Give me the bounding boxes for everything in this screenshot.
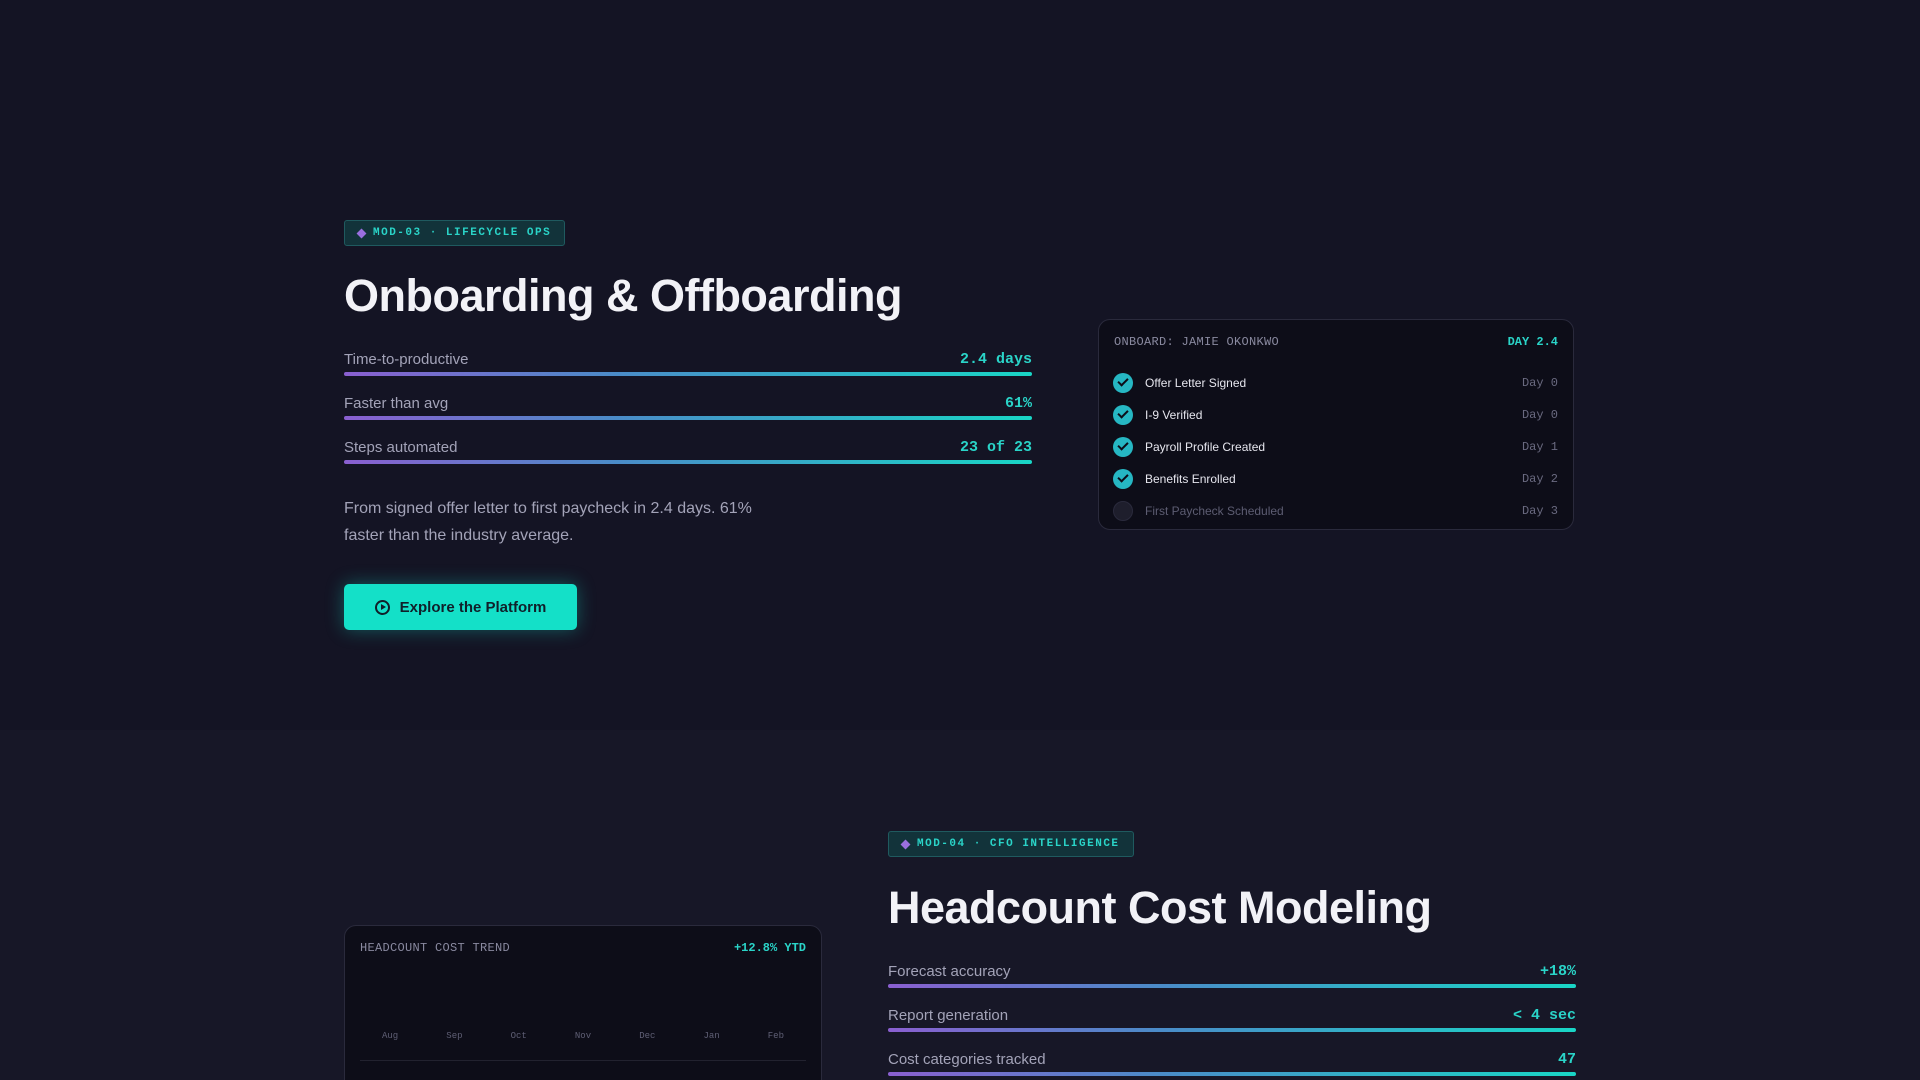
metric-faster-than-avg: Faster than avg 61% — [344, 395, 1032, 439]
step-label: Benefits Enrolled — [1145, 472, 1236, 486]
checklist-item: Benefits Enrolled Day 2 — [1113, 463, 1558, 495]
month-label: Aug — [382, 1031, 399, 1041]
metric-label: Forecast accuracy — [888, 963, 1011, 980]
metric-value: 2.4 days — [959, 351, 1032, 368]
card-status: +12.8% YTD — [733, 941, 806, 955]
metric-bar — [344, 372, 1032, 376]
metric-value: 61% — [1004, 395, 1032, 412]
card-title: ONBOARD: JAMIE OKONKWO — [1114, 335, 1280, 349]
module-badge: MOD-04 · CFO INTELLIGENCE — [888, 831, 1134, 857]
metric-value: < 4 sec — [1512, 1007, 1576, 1024]
card-title: HEADCOUNT COST TREND — [360, 941, 511, 955]
month-label: Jan — [703, 1031, 720, 1041]
metric-label: Cost categories tracked — [888, 1051, 1046, 1068]
metric-bar — [344, 460, 1032, 464]
module-badge-label: MOD-04 · CFO INTELLIGENCE — [917, 838, 1120, 850]
module-badge-label: MOD-03 · LIFECYCLE OPS — [373, 227, 552, 239]
metric-steps-automated: Steps automated 23 of 23 — [344, 439, 1032, 483]
metrics-list: Time-to-productive 2.4 days Faster than … — [344, 351, 1032, 483]
metric-time-to-productive: Time-to-productive 2.4 days — [344, 351, 1032, 395]
metric-label: Report generation — [888, 1007, 1009, 1024]
metric-bar — [888, 984, 1576, 988]
headcount-section: MOD-04 · CFO INTELLIGENCE Headcount Cost… — [0, 730, 1920, 1080]
cost-trend-card: HEADCOUNT COST TREND +12.8% YTD Aug Sep … — [344, 925, 822, 1080]
checklist-item: Offer Letter Signed Day 0 — [1113, 367, 1558, 399]
metric-label: Time-to-productive — [344, 351, 469, 368]
step-day: Day 0 — [1521, 376, 1558, 390]
section-title: Onboarding & Offboarding — [344, 270, 902, 321]
metric-label: Faster than avg — [344, 395, 449, 412]
month-label: Nov — [574, 1031, 592, 1041]
check-circle-icon — [1113, 373, 1133, 393]
onboard-status-card: ONBOARD: JAMIE OKONKWO DAY 2.4 Offer Let… — [1098, 319, 1574, 530]
metric-forecast-accuracy: Forecast accuracy +18% — [888, 963, 1576, 1007]
step-day: Day 1 — [1521, 440, 1558, 454]
step-label: First Paycheck Scheduled — [1145, 504, 1284, 518]
pending-circle-icon — [1113, 501, 1133, 521]
step-day: Day 2 — [1521, 472, 1558, 486]
section-description: From signed offer letter to first payche… — [344, 500, 752, 544]
checklist-item: I-9 Verified Day 0 — [1113, 399, 1558, 431]
card-header: ONBOARD: JAMIE OKONKWO DAY 2.4 — [1114, 335, 1558, 349]
month-label: Feb — [767, 1031, 784, 1041]
onboard-checklist: Offer Letter Signed Day 0 I-9 Verified D… — [1113, 367, 1558, 527]
metric-value: +18% — [1539, 963, 1576, 980]
month-label: Dec — [639, 1031, 656, 1041]
metric-bar — [344, 416, 1032, 420]
metric-bar — [888, 1028, 1576, 1032]
check-circle-icon — [1113, 437, 1133, 457]
step-label: I-9 Verified — [1145, 408, 1203, 422]
metric-cost-categories: Cost categories tracked 47 — [888, 1051, 1576, 1080]
step-day: Day 0 — [1521, 408, 1558, 422]
section-title: Headcount Cost Modeling — [888, 882, 1432, 933]
onboarding-section: MOD-03 · LIFECYCLE OPS Onboarding & Offb… — [0, 0, 1920, 730]
step-day: Day 3 — [1521, 504, 1558, 518]
month-axis: Aug Sep Oct Nov Dec Jan Feb — [360, 1031, 806, 1041]
diamond-icon — [356, 228, 367, 238]
chart-divider — [360, 1060, 806, 1061]
month-label: Sep — [446, 1031, 463, 1041]
month-label: Oct — [510, 1031, 527, 1041]
metric-bar — [888, 1072, 1576, 1076]
card-header: HEADCOUNT COST TREND +12.8% YTD — [360, 941, 806, 955]
step-label: Offer Letter Signed — [1145, 376, 1247, 390]
metric-label: Steps automated — [344, 439, 458, 456]
explore-platform-label: Explore the Platform — [399, 598, 547, 616]
metric-value: 47 — [1557, 1051, 1576, 1068]
module-badge: MOD-03 · LIFECYCLE OPS — [344, 220, 566, 246]
diamond-icon — [900, 839, 911, 849]
play-circle-icon — [374, 599, 390, 615]
metric-value: 23 of 23 — [959, 439, 1032, 456]
checklist-item: First Paycheck Scheduled Day 3 — [1113, 495, 1558, 527]
checklist-item: Payroll Profile Created Day 1 — [1113, 431, 1558, 463]
metric-report-generation: Report generation < 4 sec — [888, 1007, 1576, 1051]
check-circle-icon — [1113, 405, 1133, 425]
check-circle-icon — [1113, 469, 1133, 489]
card-status: DAY 2.4 — [1507, 335, 1558, 349]
explore-platform-button[interactable]: Explore the Platform — [344, 584, 577, 630]
metrics-list: Forecast accuracy +18% Report generation… — [888, 963, 1576, 1080]
step-label: Payroll Profile Created — [1145, 440, 1266, 454]
